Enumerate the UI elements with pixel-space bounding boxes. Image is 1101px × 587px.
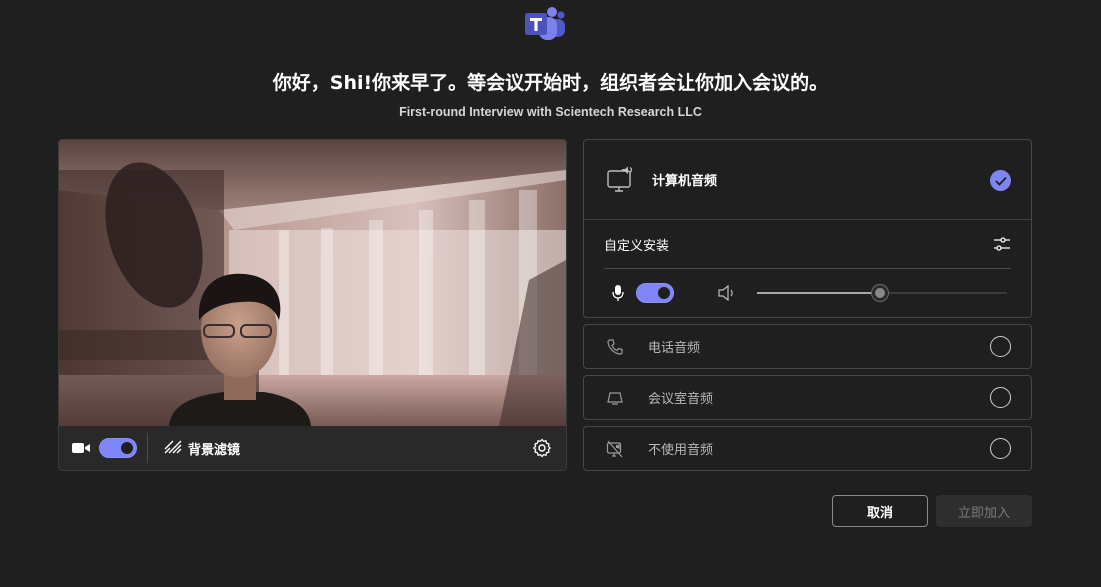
join-now-button[interactable]: 立即加入 [936, 495, 1032, 527]
video-preview-panel: 背景滤镜 [58, 139, 567, 471]
volume-thumb[interactable] [871, 285, 888, 301]
computer-audio-panel: 计算机音频 自定义安装 [583, 139, 1032, 318]
speaker-volume-slider[interactable] [757, 285, 1007, 301]
divider [147, 433, 148, 463]
no-audio-label: 不使用音频 [648, 443, 714, 458]
volume-fill [757, 292, 880, 294]
pre-join-screen: 你好，Shi!你来早了。等会议开始时，组织者会让你加入会议的。 First-ro… [0, 0, 1101, 587]
microphone-toggle[interactable] [636, 283, 674, 303]
custom-setup-label: 自定义安装 [604, 238, 670, 254]
custom-setup-row: 自定义安装 [604, 220, 1011, 269]
phone-audio-option[interactable]: 电话音频 [583, 324, 1032, 369]
cancel-button[interactable]: 取消 [832, 495, 928, 527]
phone-icon [606, 338, 624, 356]
no-audio-radio[interactable] [990, 438, 1011, 459]
phone-audio-radio[interactable] [990, 336, 1011, 357]
microphone-icon [612, 284, 624, 302]
meeting-title: First-round Interview with Scientech Res… [399, 105, 702, 119]
computer-speaker-icon [606, 165, 636, 195]
microsoft-teams-logo [525, 7, 565, 40]
no-audio-option[interactable]: 不使用音频 [583, 426, 1032, 471]
room-audio-icon [606, 389, 624, 407]
background-filter-button[interactable]: 背景滤镜 [164, 439, 240, 458]
video-camera-icon [71, 440, 91, 456]
room-audio-radio[interactable] [990, 387, 1011, 408]
computer-audio-option[interactable]: 计算机音频 [584, 140, 1031, 220]
phone-audio-label: 电话音频 [648, 341, 701, 356]
sliders-icon[interactable] [993, 235, 1011, 253]
greeting-message: 你好，Shi!你来早了。等会议开始时，组织者会让你加入会议的。 [272, 72, 829, 94]
room-audio-option[interactable]: 会议室音频 [583, 375, 1032, 420]
background-effects-icon [164, 439, 182, 458]
gear-icon[interactable] [532, 438, 552, 458]
no-audio-icon [606, 440, 624, 458]
room-audio-label: 会议室音频 [648, 392, 714, 407]
computer-audio-label: 计算机音频 [652, 174, 718, 189]
camera-preview [59, 140, 566, 426]
video-controls-bar: 背景滤镜 [59, 426, 566, 470]
camera-toggle[interactable] [99, 438, 137, 458]
checkmark-icon [990, 170, 1011, 191]
speaker-icon [718, 284, 736, 302]
background-filter-label: 背景滤镜 [188, 442, 241, 458]
device-controls-row [584, 269, 1031, 317]
